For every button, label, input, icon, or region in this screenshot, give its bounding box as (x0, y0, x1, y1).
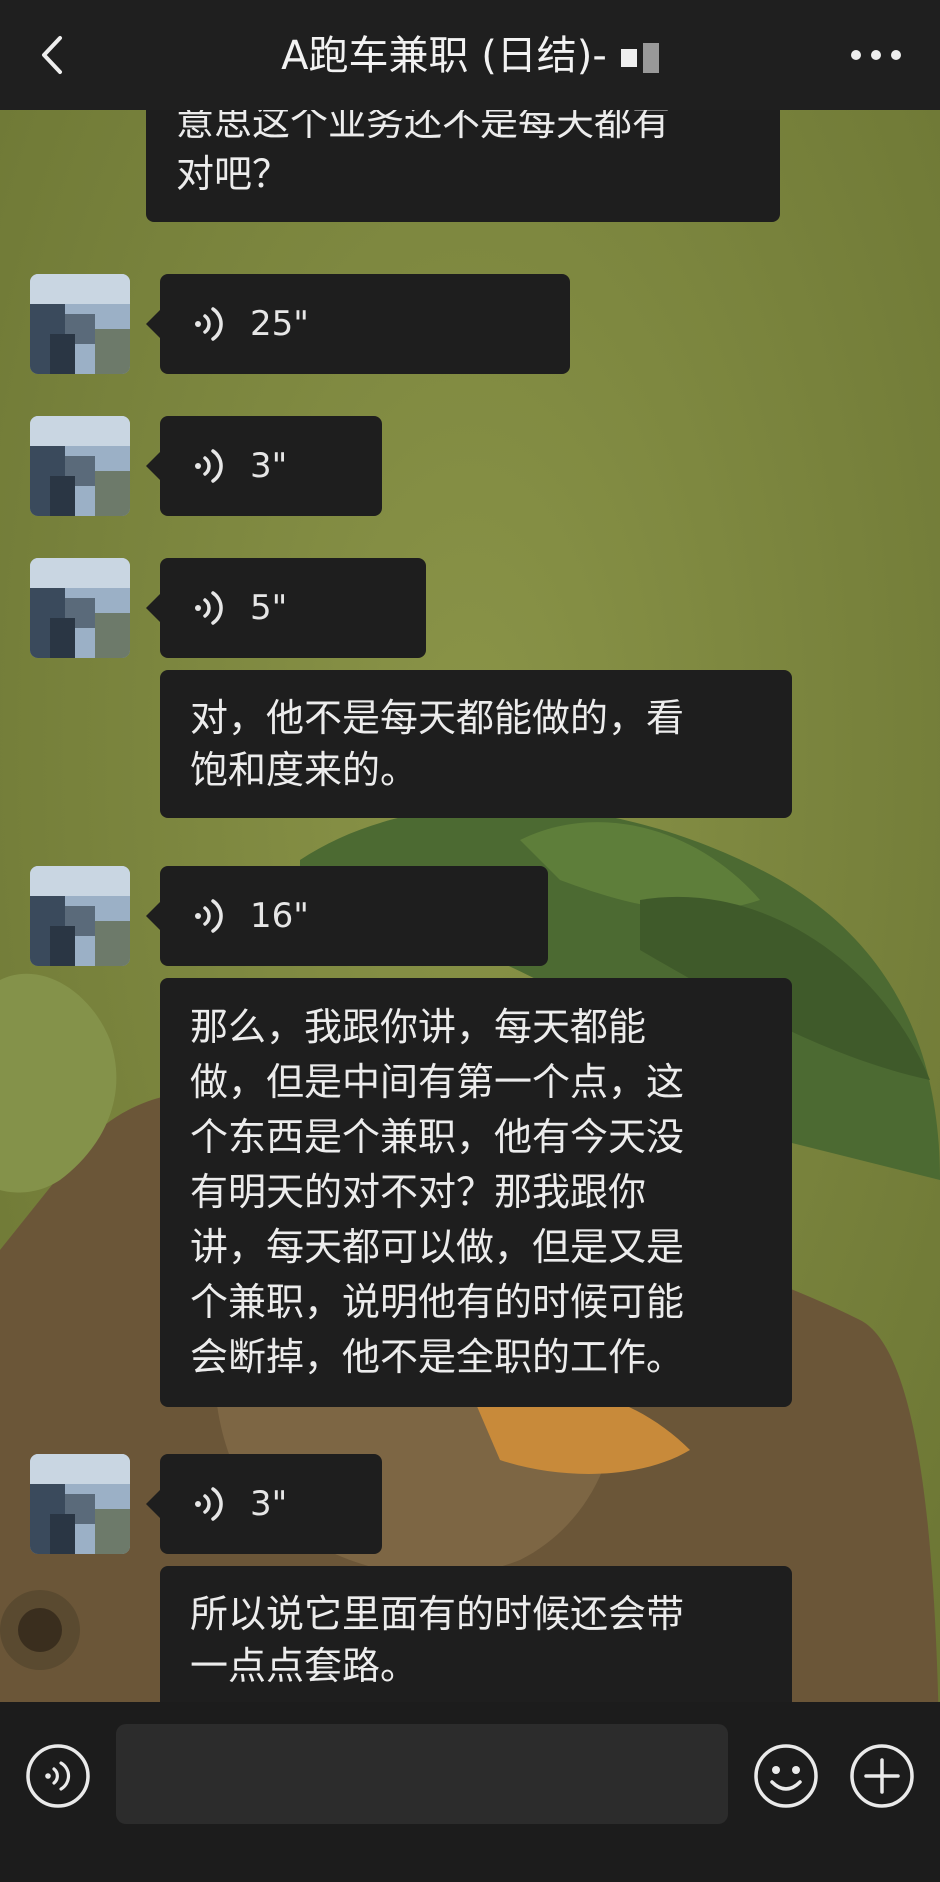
message-bubble-voice[interactable]: 16" (146, 866, 548, 966)
voice-duration: 3" (250, 446, 288, 486)
message-text-line: 饱和度来的。 (190, 748, 419, 792)
input-bar (0, 1702, 940, 1882)
more-options-icon[interactable] (846, 30, 906, 80)
message-text-line: 个兼职，说明他有的时候可能 (190, 1280, 685, 1324)
message-text-line: 对吧？ (176, 152, 291, 196)
message-text-line: 那么，我跟你讲，每天都能 (190, 1005, 647, 1049)
chat-title-text: A跑车兼职 (日结)- (281, 33, 607, 79)
message-bubble-voice[interactable]: 5" (146, 558, 426, 658)
bubble-tail (146, 902, 160, 930)
voice-duration: 5" (250, 588, 288, 628)
contact-avatar[interactable] (30, 416, 130, 516)
bubble-tail (146, 1490, 160, 1518)
voice-wave-icon (195, 591, 223, 625)
back-icon[interactable] (30, 30, 80, 80)
message-list[interactable]: 意思这个业务还不是每天都有 对吧？ 25" 3" 5" 对，他不是每天都能做的，… (0, 110, 940, 1702)
voice-wave-icon (195, 899, 223, 933)
voice-wave-icon (195, 449, 223, 483)
emoji-icon[interactable] (752, 1742, 820, 1810)
message-bubble-text[interactable]: 意思这个业务还不是每天都有 对吧？ (146, 110, 780, 222)
message-text-line: 一点点套路。 (190, 1644, 419, 1688)
message-input[interactable] (116, 1724, 728, 1824)
contact-avatar[interactable] (30, 1454, 130, 1554)
redaction-mark (642, 43, 659, 73)
message-text-line: 会断掉，他不是全职的工作。 (190, 1335, 685, 1379)
voice-duration: 25" (250, 304, 309, 344)
voice-wave-icon (195, 1487, 223, 1521)
plus-circle-icon[interactable] (848, 1742, 916, 1810)
bubble-tail (146, 310, 160, 338)
message-text-line: 对，他不是每天都能做的，看 (190, 696, 685, 740)
voice-toggle-icon[interactable] (24, 1742, 92, 1810)
message-text-line: 有明天的对不对？那我跟你 (190, 1170, 647, 1214)
bubble-tail (146, 594, 160, 622)
voice-duration: 3" (250, 1484, 288, 1524)
voice-wave-icon (195, 307, 223, 341)
chat-title: A跑车兼职 (日结)- (150, 26, 790, 86)
bubble-tail (146, 452, 160, 480)
message-bubble-text[interactable]: 对，他不是每天都能做的，看 饱和度来的。 (160, 670, 792, 818)
message-text-line: 个东西是个兼职，他有今天没 (190, 1115, 685, 1159)
voice-duration: 16" (250, 896, 309, 936)
message-text-line: 意思这个业务还不是每天都有 (176, 110, 671, 144)
message-text-line: 做，但是中间有第一个点，这 (190, 1060, 685, 1104)
message-bubble-voice[interactable]: 3" (146, 1454, 382, 1554)
message-bubble-text[interactable]: 所以说它里面有的时候还会带 一点点套路。 (160, 1566, 792, 1702)
redaction-mark (620, 49, 637, 67)
contact-avatar[interactable] (30, 274, 130, 374)
message-bubble-text[interactable]: 那么，我跟你讲，每天都能 做，但是中间有第一个点，这 个东西是个兼职，他有今天没… (160, 978, 792, 1407)
message-text-line: 所以说它里面有的时候还会带 (190, 1592, 685, 1636)
chat-header: A跑车兼职 (日结)- (0, 0, 940, 110)
contact-avatar[interactable] (30, 558, 130, 658)
contact-avatar[interactable] (30, 866, 130, 966)
message-bubble-voice[interactable]: 25" (146, 274, 570, 374)
message-text-line: 讲，每天都可以做，但是又是 (190, 1225, 685, 1269)
message-bubble-voice[interactable]: 3" (146, 416, 382, 516)
